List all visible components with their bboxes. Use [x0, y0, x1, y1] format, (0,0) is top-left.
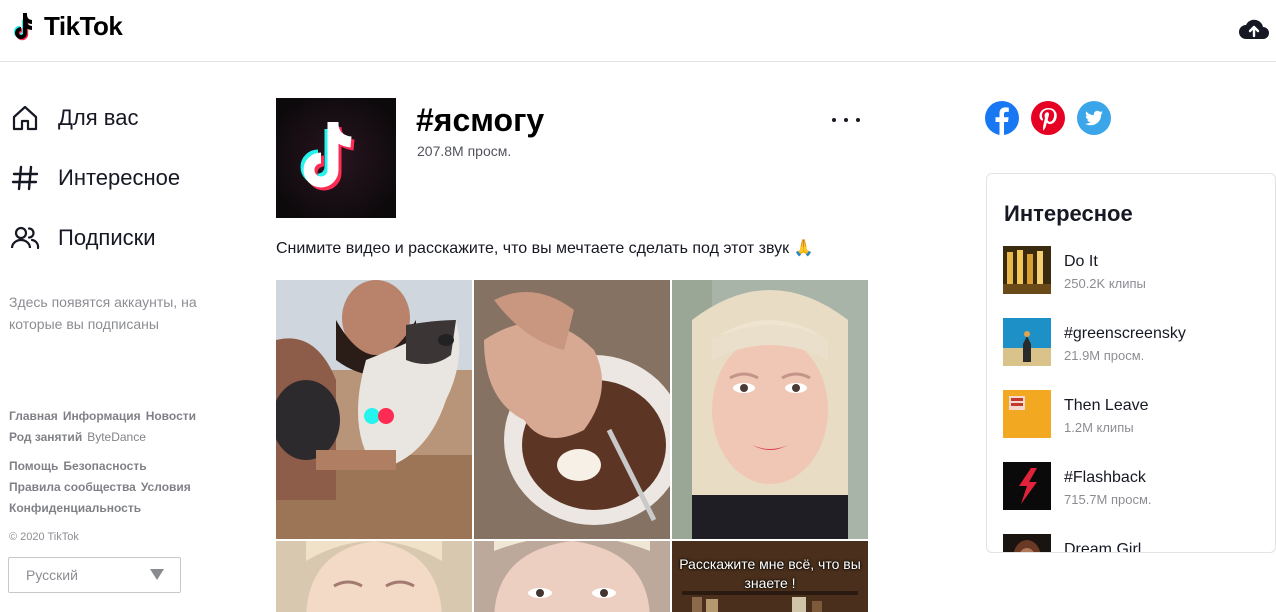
chevron-down-icon [150, 569, 164, 580]
more-dot-icon [856, 118, 860, 122]
footer-link[interactable]: Правила сообщества [9, 480, 136, 494]
discover-item[interactable]: Do It 250.2K клипы [1003, 246, 1263, 294]
language-select-value: Русский [26, 567, 78, 583]
discover-item[interactable]: #Flashback 715.7M просм. [1003, 462, 1263, 510]
video-thumbnail[interactable] [276, 541, 472, 612]
music-cover [1003, 390, 1051, 438]
footer-link[interactable]: Конфиденциальность [9, 501, 141, 515]
twitter-icon[interactable] [1077, 101, 1111, 135]
music-cover [1003, 534, 1051, 552]
video-thumbnail[interactable]: Расскажите мне всё, что вы знаете ! [672, 541, 868, 612]
discover-title: Интересное [1004, 201, 1133, 226]
hashtag-views: 207.8M просм. [417, 143, 512, 159]
discover-panel: Интересное Do It 250.2K клипы #greenscre… [986, 173, 1276, 553]
tiktok-logo[interactable]: TikTok [14, 10, 123, 42]
sidebar: Для вас Интересное Подписки Здесь появят… [0, 62, 240, 612]
sidebar-item-discover[interactable]: Интересное [8, 158, 180, 198]
footer-link[interactable]: Род занятий [9, 430, 82, 444]
video-thumbnail[interactable] [276, 280, 472, 539]
hashtag-cover [276, 98, 396, 218]
pinterest-icon[interactable] [1031, 101, 1065, 135]
discover-item-stats: 715.7M просм. [1064, 492, 1152, 507]
facebook-icon[interactable] [985, 101, 1019, 135]
tiktok-note-icon [300, 122, 355, 191]
share-buttons [985, 101, 1111, 135]
music-cover [1003, 246, 1051, 294]
footer-link[interactable]: Информация [63, 409, 141, 423]
sidebar-item-for-you[interactable]: Для вас [8, 98, 138, 138]
nav-label: Для вас [58, 105, 139, 130]
nav-label: Подписки [58, 225, 156, 250]
footer-link[interactable]: ByteDance [87, 430, 146, 444]
hashtag-cover [1003, 318, 1051, 366]
discover-item[interactable]: Then Leave 1.2M клипы [1003, 390, 1263, 438]
video-thumbnail[interactable] [474, 280, 670, 539]
video-caption: Расскажите мне всё, что вы знаете ! [679, 556, 861, 591]
footer-link[interactable]: Главная [9, 409, 58, 423]
footer-link[interactable]: Безопасность [63, 459, 146, 473]
video-thumbnail[interactable] [672, 280, 868, 539]
sidebar-item-following[interactable]: Подписки [8, 218, 156, 258]
nav-label: Интересное [58, 165, 181, 190]
discover-item[interactable]: Dream Girl [1003, 534, 1263, 553]
discover-item-name: Do It [1064, 253, 1098, 270]
footer-link[interactable]: Помощь [9, 459, 58, 473]
more-dot-icon [844, 118, 848, 122]
home-icon [8, 101, 42, 135]
discover-item-name: #greenscreensky [1064, 325, 1186, 342]
cloud-upload-icon[interactable] [1238, 16, 1270, 44]
top-bar: TikTok [0, 0, 1276, 62]
logo-text: TikTok [44, 10, 123, 41]
discover-item-name: #Flashback [1064, 469, 1146, 486]
more-options-button[interactable] [832, 110, 860, 130]
footer-links-group-1: Главная Информация Новости Род занятий Byte… [9, 406, 201, 448]
discover-item-name: Dream Girl [1064, 541, 1142, 553]
discover-item-stats: 250.2K клипы [1064, 276, 1146, 291]
discover-item-name: Then Leave [1064, 397, 1149, 414]
hashtag-description: Снимите видео и расскажите, что вы мечта… [276, 240, 814, 257]
discover-item-stats: 1.2M клипы [1064, 420, 1134, 435]
video-thumbnail[interactable] [474, 541, 670, 612]
language-select[interactable]: Русский [8, 557, 181, 593]
hashtag-page: #ясмогу 207.8M просм. Снимите видео и ра… [276, 62, 876, 612]
more-dot-icon [832, 118, 836, 122]
discover-item-stats: 21.9M просм. [1064, 348, 1145, 363]
users-icon [8, 221, 42, 255]
copyright: © 2020 TikTok [9, 531, 79, 543]
hashtag-cover [1003, 462, 1051, 510]
tiktok-logo-icon [14, 13, 33, 41]
footer-link[interactable]: Условия [141, 480, 191, 494]
following-empty-hint: Здесь появятся аккаунты, на которые вы п… [9, 294, 197, 332]
footer-link[interactable]: Новости [146, 409, 196, 423]
hashtag-title: #ясмогу [416, 102, 545, 138]
hashtag-icon [8, 161, 42, 195]
discover-item[interactable]: #greenscreensky 21.9M просм. [1003, 318, 1263, 366]
footer-links-group-2: Помощь Безопасность Правила сообщества Усл… [9, 456, 196, 519]
